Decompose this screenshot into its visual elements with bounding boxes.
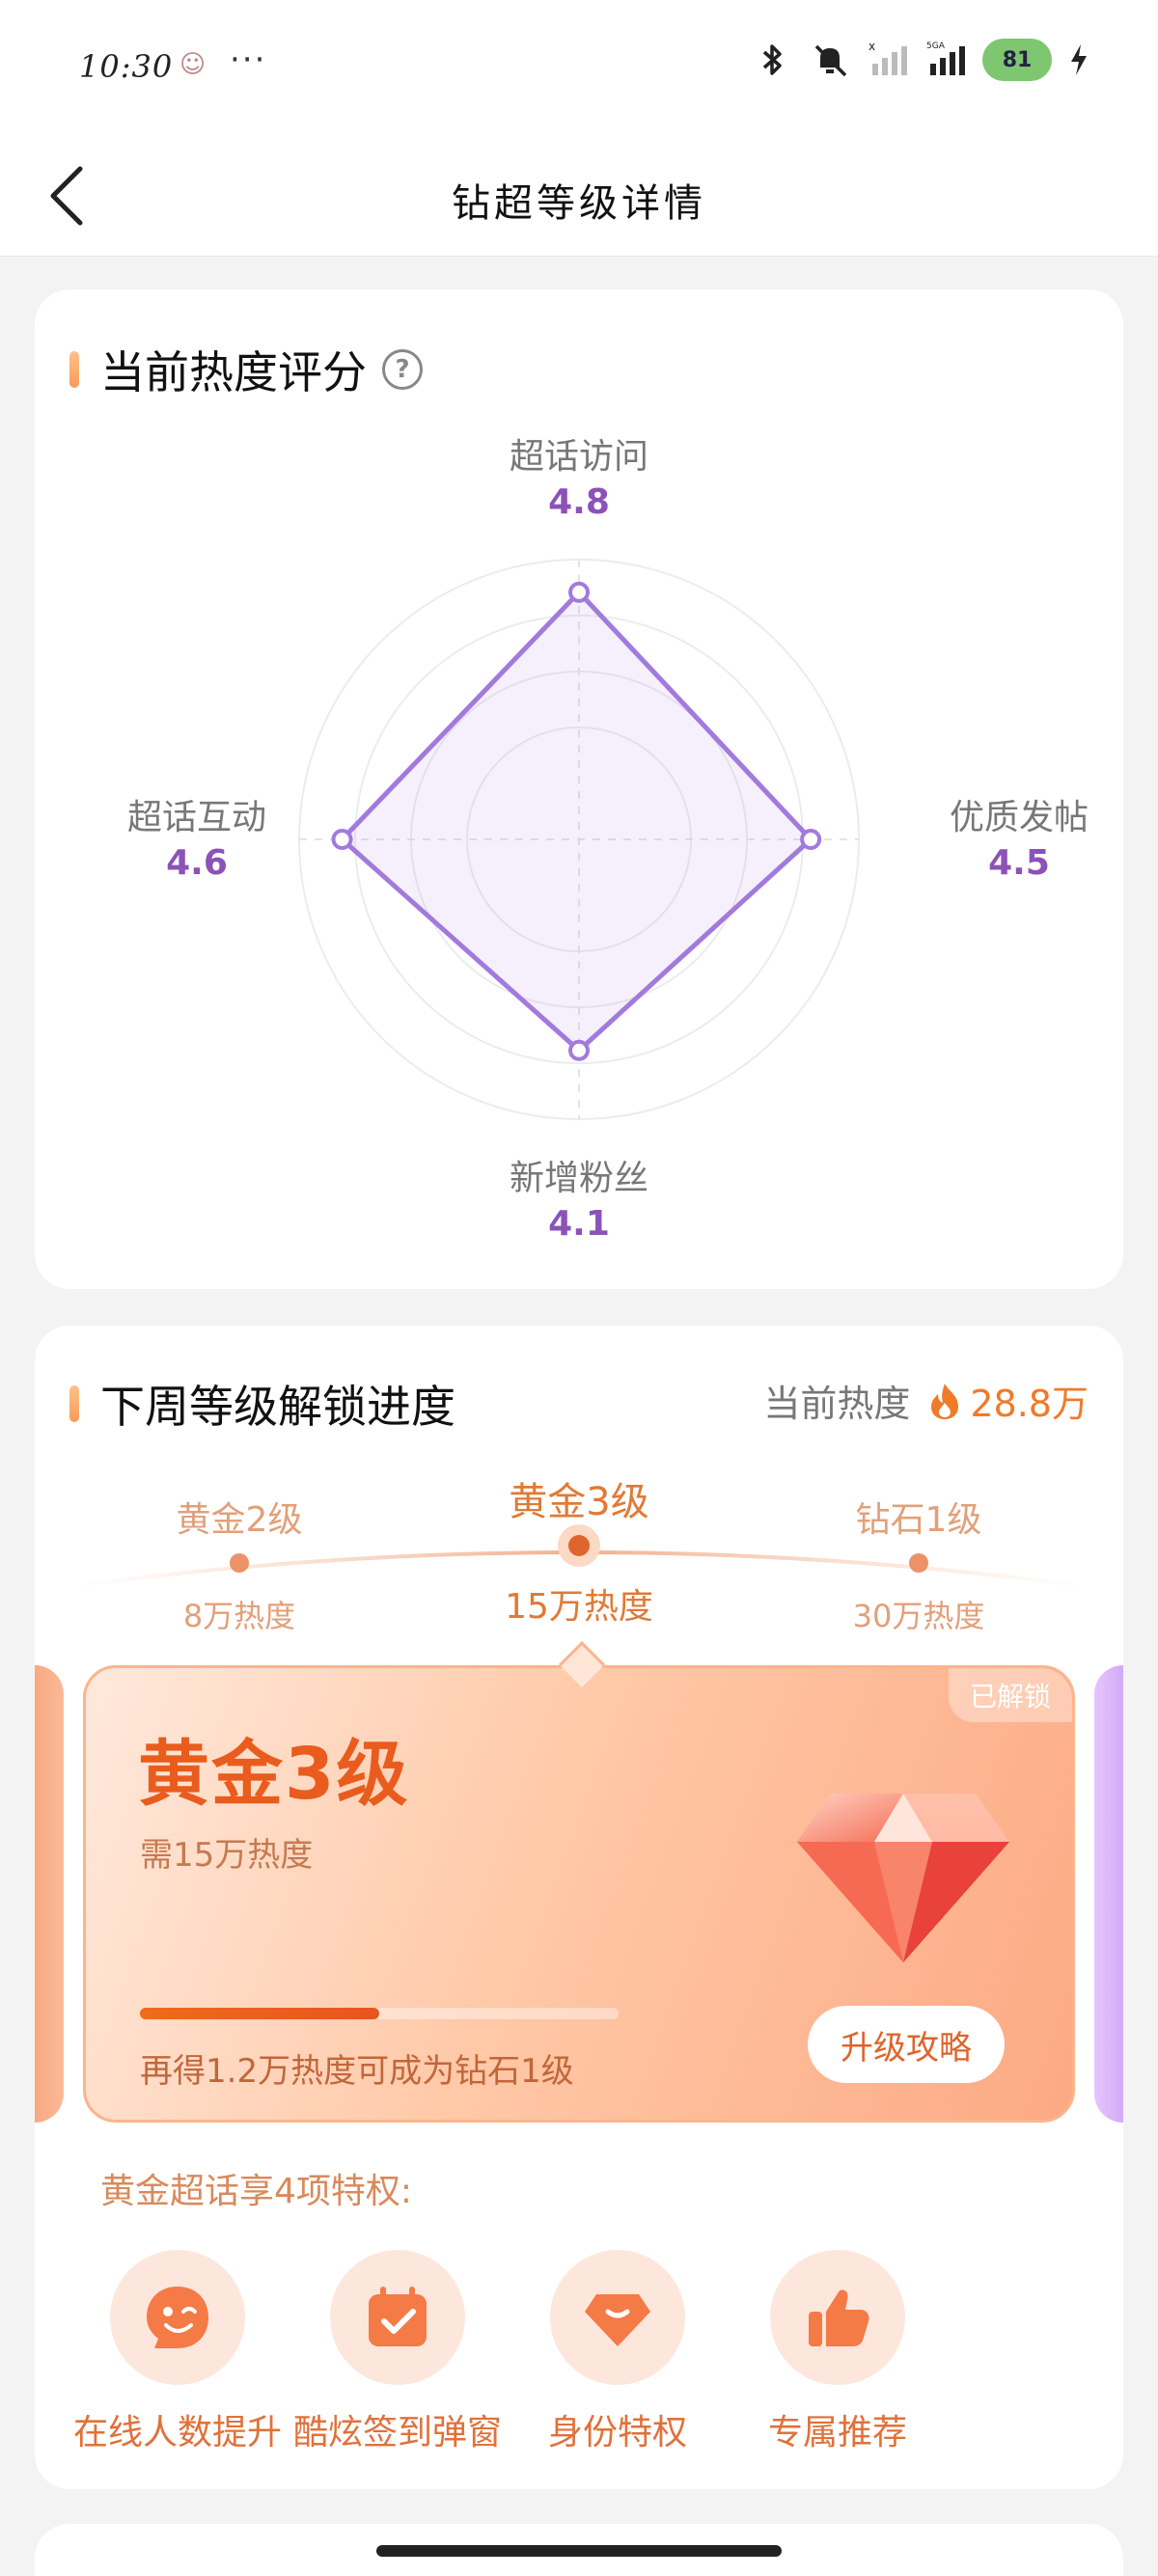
privilege-label: 身份特权 <box>547 2413 687 2453</box>
radar-axis-label: 超话访问 <box>509 437 648 477</box>
radar-axis-value: 4.6 <box>166 843 228 883</box>
signal-icon-5g: 5GA <box>926 41 965 75</box>
wink-face-icon <box>147 2287 208 2348</box>
page-title: 钻超等级详情 <box>452 181 706 226</box>
privilege-label: 在线人数提升 <box>72 2413 282 2453</box>
svg-text:5GA: 5GA <box>926 41 946 51</box>
radar-axis-label: 优质发帖 <box>949 798 1089 837</box>
radar-axis-value: 4.5 <box>988 843 1050 883</box>
bluetooth-icon <box>762 44 782 75</box>
level-heat-next: 30万热度 <box>852 1598 985 1634</box>
battery-level: 81 <box>1002 47 1033 72</box>
nav-header: 钻超等级详情 <box>0 135 1158 257</box>
level-heat-current: 15万热度 <box>505 1587 653 1627</box>
privilege-icon-circle <box>330 2250 465 2385</box>
level-card-requirement: 需15万热度 <box>140 1836 314 1875</box>
radar-point <box>331 829 353 850</box>
level-name-current[interactable]: 黄金3级 <box>434 1470 724 1526</box>
level-progress-bar <box>140 2008 619 2019</box>
privilege-item-recommend[interactable]: 专属推荐 <box>731 2250 944 2454</box>
level-name-next[interactable]: 钻石1级 <box>774 1492 1063 1542</box>
unlock-progress-card: 下周等级解锁进度 当前热度 28.8万 黄金2级 8万热度 黄金3级 15万热度… <box>35 1326 1123 2489</box>
unlocked-badge: 已解锁 <box>948 1668 1072 1722</box>
level-card-title: 黄金3级 <box>138 1733 410 1816</box>
level-name-prev[interactable]: 黄金2级 <box>95 1492 384 1542</box>
radar-point <box>568 581 590 603</box>
signal-icon-1: x <box>868 40 907 75</box>
radar-point <box>800 829 822 850</box>
privilege-item-checkin[interactable]: 酷炫签到弹窗 <box>291 2250 504 2454</box>
home-indicator[interactable] <box>376 2545 782 2557</box>
radar-axis-label: 超话互动 <box>126 798 266 837</box>
charging-icon <box>1071 44 1087 75</box>
heat-score-card: 当前热度评分 ? 超话访问 4.8 优质发帖 4.5 新增粉丝 4.1 超话互动 4.6 <box>35 289 1123 1289</box>
radar-axis-value: 4.8 <box>548 482 610 522</box>
level-progress-text: 再得1.2万热度可成为钻石1级 <box>140 2052 574 2091</box>
calendar-check-icon <box>369 2287 427 2346</box>
privilege-label: 专属推荐 <box>767 2413 907 2453</box>
diamond-illustration-icon <box>797 1794 1009 1962</box>
privilege-item-online[interactable]: 在线人数提升 <box>71 2250 284 2454</box>
privilege-label: 酷炫签到弹窗 <box>292 2413 502 2453</box>
notification-icon: ☺ <box>179 50 207 79</box>
level-progress-fill <box>140 2008 379 2019</box>
privilege-icon-circle <box>550 2250 685 2385</box>
status-time: 10:30 <box>79 48 174 85</box>
radar-point <box>568 1039 590 1061</box>
privilege-title: 黄金超话享4项特权: <box>100 2172 413 2211</box>
svg-text:x: x <box>868 40 875 53</box>
prev-level-card-peek[interactable] <box>35 1665 64 2123</box>
radar-axis-value: 4.1 <box>548 1204 610 1244</box>
level-dot-prev[interactable] <box>230 1553 249 1573</box>
radar-area <box>340 589 813 1054</box>
next-level-card-peek[interactable] <box>1094 1665 1123 2123</box>
level-dot-next[interactable] <box>909 1553 928 1573</box>
upgrade-guide-button[interactable]: 升级攻略 <box>808 2006 1005 2083</box>
thumbs-up-icon <box>809 2289 869 2346</box>
level-card[interactable]: 已解锁 黄金3级 需15万热度 再得1.2万热度可成为钻石1级 升级攻略 <box>83 1665 1075 2123</box>
privilege-item-identity[interactable]: 身份特权 <box>511 2250 724 2454</box>
radar-axis-label: 新增粉丝 <box>509 1159 648 1198</box>
diamond-icon <box>585 2294 650 2346</box>
status-bar: 10:30 ☺ ··· x 5GA 81 <box>0 0 1158 135</box>
level-dot-current[interactable] <box>568 1535 590 1556</box>
mute-icon <box>814 44 847 77</box>
privilege-icon-circle <box>770 2250 905 2385</box>
status-icons: x 5GA 81 <box>751 39 1090 81</box>
battery-indicator: 81 <box>982 39 1052 81</box>
more-notifications-icon: ··· <box>230 41 267 79</box>
privilege-icon-circle <box>110 2250 245 2385</box>
level-heat-prev: 8万热度 <box>182 1598 296 1634</box>
